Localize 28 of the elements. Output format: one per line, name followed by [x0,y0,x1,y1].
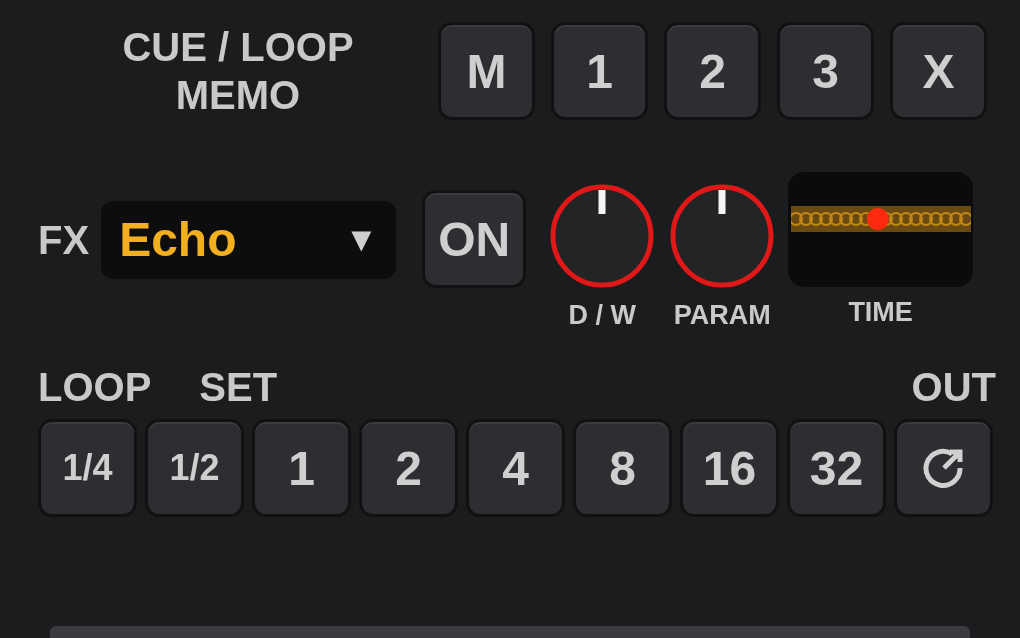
fx-label: FX [38,216,90,264]
loop-length-button[interactable]: 1/2 [145,419,244,517]
loop-length-button[interactable]: 32 [787,419,886,517]
loop-out-button[interactable] [894,419,993,517]
knob-label: D / W [568,300,636,331]
loop-length-button[interactable]: 2 [359,419,458,517]
dropdown-arrow: ▼ [344,220,379,259]
out-label: OUT [911,364,996,411]
loop-icon [921,446,966,490]
loop-label: SET [199,364,278,411]
loop-length-button[interactable]: 1 [252,419,351,517]
time-label: TIME [848,297,913,328]
memo-button[interactable]: 2 [664,22,761,120]
section-label: MEMO [175,72,301,119]
loop-length-button[interactable]: 16 [680,419,779,517]
memo-button[interactable]: 3 [777,22,874,120]
fx-on-button[interactable]: ON [422,190,527,288]
effect-name: Echo [119,212,237,267]
effect-dropdown[interactable]: Echo ▼ [101,200,397,279]
memo-button[interactable]: 1 [551,22,648,120]
loop-length-button[interactable]: 8 [573,419,672,517]
loop-length-button[interactable]: 4 [466,419,565,517]
section-label: CUE / LOOP [122,24,354,71]
memo-button[interactable]: X [890,22,987,120]
loop-length-button[interactable]: 1/4 [38,419,137,517]
memo-button[interactable]: M [438,22,535,120]
loop-label: LOOP [38,364,152,411]
knob-label: PARAM [673,300,771,331]
